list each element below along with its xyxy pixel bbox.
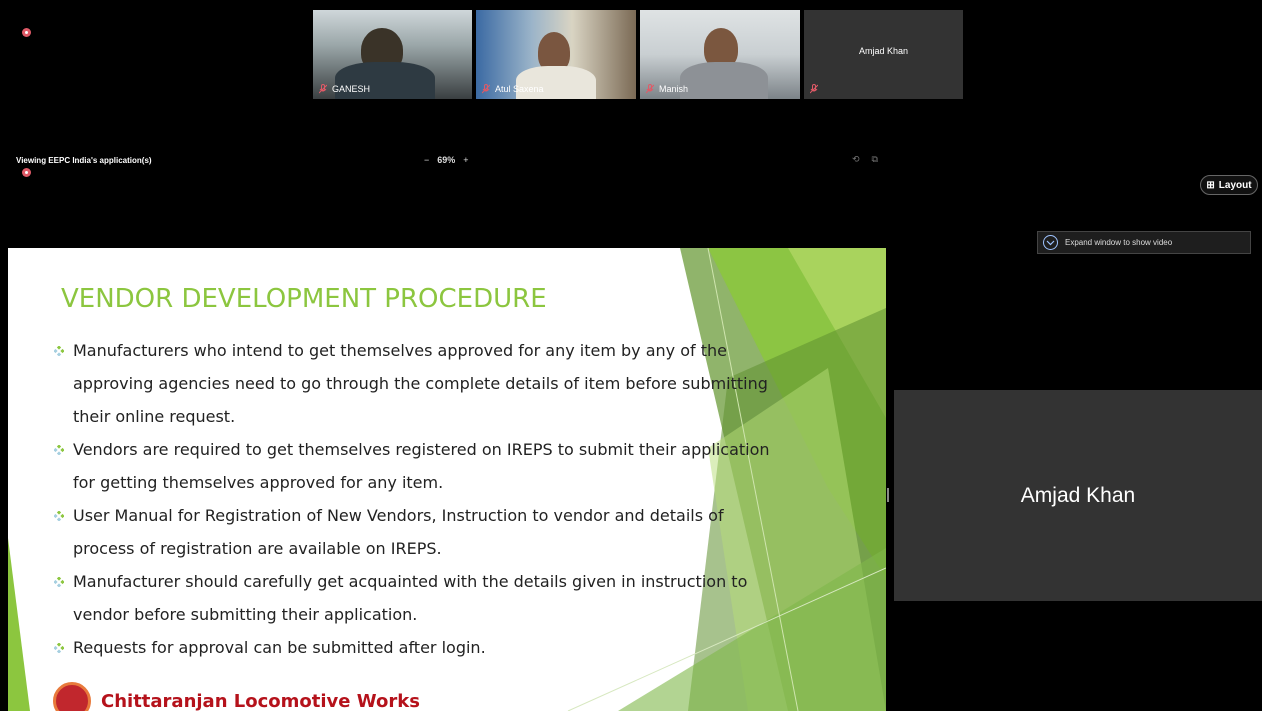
participant-name: Atul Saxena [495, 84, 544, 94]
mic-muted-icon [482, 84, 490, 94]
layout-button[interactable]: ⊞ Layout [1200, 175, 1258, 195]
grid-icon: ⊞ [1206, 179, 1215, 191]
participant-tile-manish[interactable]: Manish [640, 10, 800, 99]
zoom-controls: − 69% + [424, 155, 469, 165]
diamond-bullet-icon [54, 346, 64, 356]
list-item: User Manual for Registration of New Vend… [52, 499, 772, 565]
bullet-list: Manufacturers who intend to get themselv… [52, 334, 772, 664]
expand-window-button[interactable]: Expand window to show video [1037, 231, 1251, 254]
recording-indicator-icon [22, 28, 31, 37]
participant-name: Manish [659, 84, 689, 94]
participant-tile-ganesh[interactable]: GANESH [313, 10, 472, 99]
sharing-status-text: Viewing EEPC India's application(s) [16, 156, 152, 165]
diamond-bullet-icon [54, 511, 64, 521]
recording-indicator-icon [22, 168, 31, 177]
list-item: Vendors are required to get themselves r… [52, 433, 772, 499]
active-speaker-tile[interactable]: Amjad Khan [894, 390, 1262, 601]
diamond-bullet-icon [54, 577, 64, 587]
popout-icon[interactable]: ⧉ [872, 154, 878, 165]
shared-slide: VENDOR DEVELOPMENT PROCEDURE Manufacture… [8, 248, 886, 711]
zoom-out-button[interactable]: − [424, 155, 429, 165]
share-toolbar: ⟲ ⧉ [852, 154, 878, 165]
list-item: Requests for approval can be submitted a… [52, 631, 772, 664]
layout-button-label: Layout [1218, 179, 1252, 191]
footer-organization: Chittaranjan Locomotive Works [101, 690, 420, 711]
participant-name: Amjad Khan [1020, 483, 1136, 507]
annotate-icon[interactable]: ⟲ [852, 154, 860, 165]
zoom-in-button[interactable]: + [463, 155, 468, 165]
participant-tile-amjad-khan[interactable]: Amjad Khan [804, 10, 963, 99]
mic-muted-icon [319, 84, 327, 94]
list-item: Manufacturer should carefully get acquai… [52, 565, 772, 631]
participant-name: GANESH [332, 84, 371, 94]
slide-footer: Chittaranjan Locomotive Works [53, 682, 420, 711]
list-item: Manufacturers who intend to get themselv… [52, 334, 772, 433]
zoom-level: 69% [437, 155, 456, 165]
diamond-bullet-icon [54, 445, 64, 455]
chevron-down-icon [1043, 235, 1058, 250]
slide-title: VENDOR DEVELOPMENT PROCEDURE [61, 284, 547, 314]
participant-tile-atul-saxena[interactable]: Atul Saxena [476, 10, 636, 99]
mic-muted-icon [646, 84, 654, 94]
diamond-bullet-icon [54, 643, 64, 653]
expand-window-label: Expand window to show video [1065, 238, 1173, 247]
mic-muted-icon [810, 84, 818, 94]
participant-name: Amjad Khan [858, 46, 909, 56]
resize-handle[interactable] [887, 488, 889, 502]
clw-logo-icon [53, 682, 91, 711]
